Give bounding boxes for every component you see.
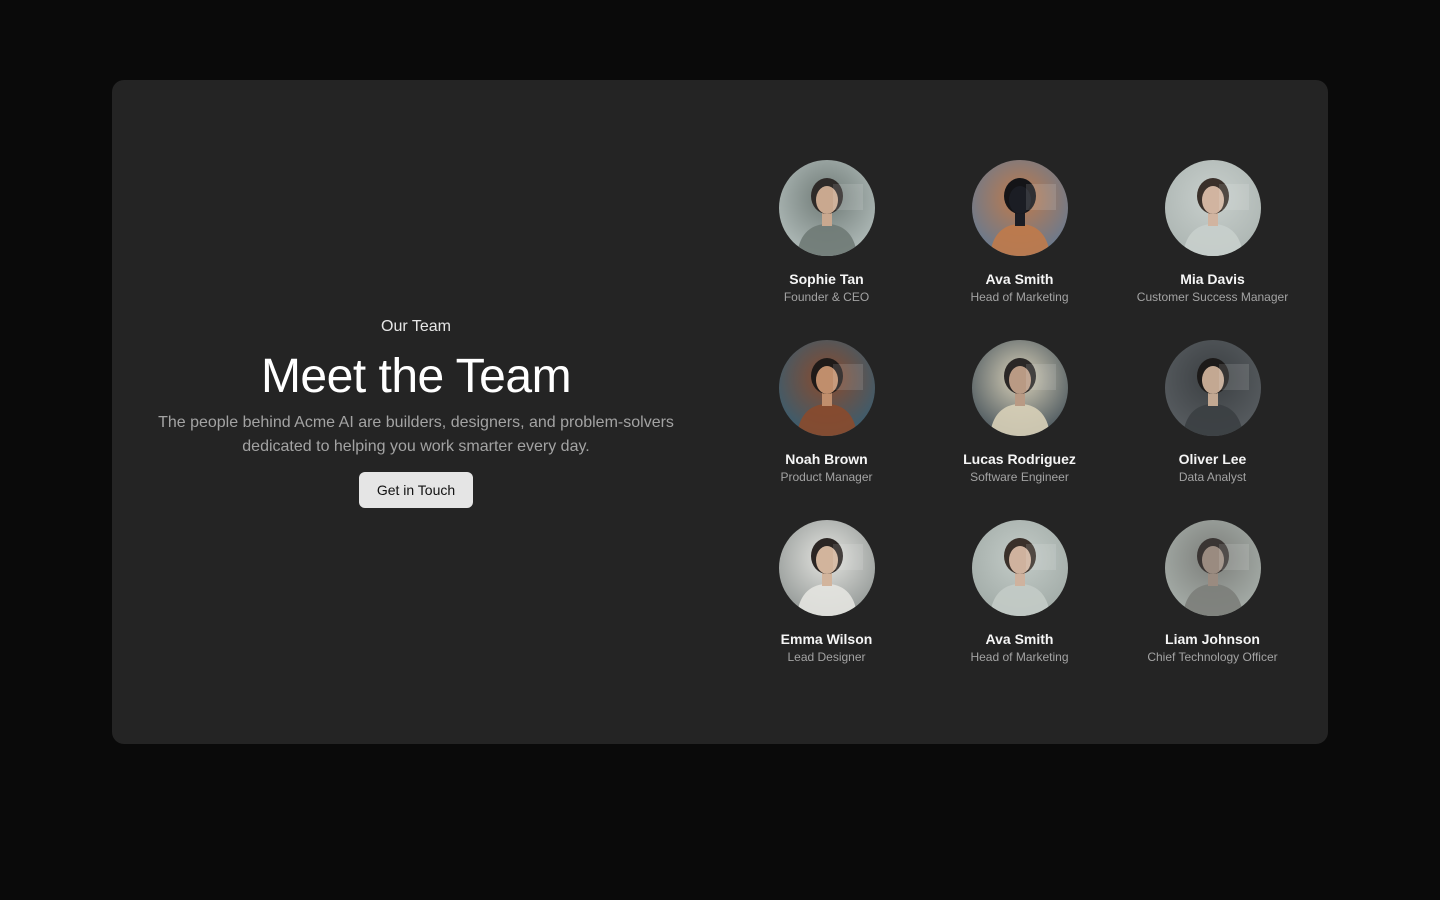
portrait-image [1164, 160, 1261, 256]
team-member-name: Sophie Tan [789, 271, 864, 287]
team-member-card: Ava Smith Head of Marketing [923, 160, 1116, 340]
section-description: The people behind Acme AI are builders, … [158, 414, 674, 455]
section-eyebrow: Our Team [381, 318, 451, 335]
team-member-avatar[interactable] [778, 520, 875, 616]
team-member-role: Lead Designer [787, 650, 866, 664]
portrait-image [971, 520, 1068, 616]
team-member-avatar[interactable] [778, 160, 875, 256]
team-member-card: Mia Davis Customer Success Manager [1116, 160, 1309, 340]
team-member-avatar[interactable] [1164, 340, 1261, 436]
team-member-card: Ava Smith Head of Marketing [923, 520, 1116, 700]
team-member-avatar[interactable] [778, 340, 875, 436]
team-member-name: Mia Davis [1180, 271, 1245, 287]
team-grid: Sophie Tan Founder & CEO Ava Smith Head of … [730, 160, 1310, 700]
team-member-role: Customer Success Manager [1136, 290, 1289, 304]
team-member-avatar[interactable] [1164, 160, 1261, 256]
team-member-name: Ava Smith [985, 271, 1054, 287]
get-in-touch-button[interactable]: Get in Touch [359, 472, 473, 508]
portrait-image [778, 340, 875, 436]
team-member-name: Lucas Rodriguez [963, 451, 1076, 467]
team-member-name: Liam Johnson [1165, 631, 1260, 647]
portrait-image [778, 520, 875, 616]
team-member-avatar[interactable] [971, 160, 1068, 256]
team-member-avatar[interactable] [1164, 520, 1261, 616]
team-member-card: Noah Brown Product Manager [730, 340, 923, 520]
team-member-name: Oliver Lee [1178, 451, 1247, 467]
team-member-role: Head of Marketing [970, 290, 1069, 304]
team-member-card: Oliver Lee Data Analyst [1116, 340, 1309, 520]
team-member-role: Chief Technology Officer [1147, 650, 1278, 664]
team-member-role: Founder & CEO [783, 290, 870, 304]
portrait-image [1164, 340, 1261, 436]
team-member-card: Liam Johnson Chief Technology Officer [1116, 520, 1309, 700]
team-intro: Our Team Meet the Team The people behind… [112, 80, 720, 744]
team-member-role: Software Engineer [970, 470, 1069, 484]
portrait-image [971, 160, 1068, 256]
portrait-image [1164, 520, 1261, 616]
section-heading: Meet the Team [260, 350, 572, 403]
team-member-role: Head of Marketing [970, 650, 1069, 664]
team-member-avatar[interactable] [971, 520, 1068, 616]
portrait-image [971, 340, 1068, 436]
team-member-card: Emma Wilson Lead Designer [730, 520, 923, 700]
team-member-role: Data Analyst [1178, 470, 1247, 484]
team-member-card: Sophie Tan Founder & CEO [730, 160, 923, 340]
team-member-role: Product Manager [780, 470, 873, 484]
team-member-name: Noah Brown [785, 451, 868, 467]
team-member-name: Ava Smith [985, 631, 1054, 647]
team-member-card: Lucas Rodriguez Software Engineer [923, 340, 1116, 520]
team-member-name: Emma Wilson [780, 631, 873, 647]
team-member-avatar[interactable] [971, 340, 1068, 436]
portrait-image [778, 160, 875, 256]
team-section-card: Our Team Meet the Team The people behind… [112, 80, 1328, 744]
